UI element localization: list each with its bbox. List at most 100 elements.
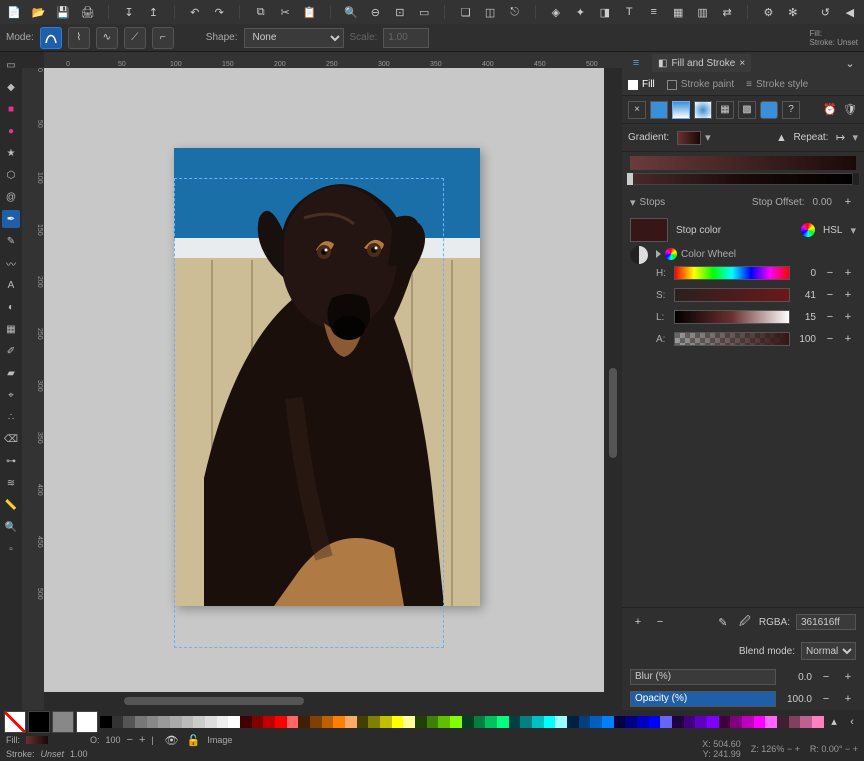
stop-color-swatch[interactable] xyxy=(630,218,668,242)
panel-toggle-icon[interactable]: ◀ xyxy=(842,3,858,21)
vertical-ruler[interactable]: 050100150200250300350400450500 xyxy=(22,68,44,710)
sat-slider[interactable] xyxy=(674,288,790,302)
measure-tool[interactable]: 📏 xyxy=(2,496,20,514)
palette-swatch[interactable] xyxy=(287,716,299,728)
palette-swatch[interactable] xyxy=(205,716,217,728)
text-icon[interactable]: T xyxy=(621,3,637,21)
palette-swatch[interactable] xyxy=(135,716,147,728)
opacity-slider[interactable]: Opacity (%) xyxy=(630,691,776,707)
minus-icon[interactable]: − xyxy=(818,669,834,685)
no-color-swatch[interactable] xyxy=(4,711,26,733)
plus-icon[interactable]: + xyxy=(840,691,856,707)
unlink-icon[interactable]: ⎋ xyxy=(506,3,522,21)
canvas[interactable] xyxy=(44,68,604,692)
horizontal-scrollbar[interactable] xyxy=(44,692,604,710)
rgba-input[interactable] xyxy=(796,614,856,630)
palette-swatch[interactable] xyxy=(252,716,264,728)
prefs-icon[interactable]: ⚙ xyxy=(760,3,776,21)
palette-swatch[interactable] xyxy=(485,716,497,728)
minus-icon[interactable]: − xyxy=(822,287,838,303)
gradient-preview[interactable] xyxy=(677,131,701,145)
pen-tool[interactable]: ✒ xyxy=(2,210,20,228)
save-icon[interactable]: 💾 xyxy=(55,3,71,21)
gradient-edit-bar[interactable] xyxy=(630,174,856,184)
layer-name[interactable]: Image xyxy=(207,735,232,745)
stroke-style-subtab[interactable]: ≡Stroke style xyxy=(746,79,808,90)
node-tool[interactable]: ◆ xyxy=(2,78,20,96)
mode-spiro-button[interactable]: ⌇ xyxy=(68,27,90,49)
palette-swatch[interactable] xyxy=(800,716,812,728)
chevron-down-icon[interactable]: ▾ xyxy=(852,131,858,144)
palette-swatch[interactable] xyxy=(555,716,567,728)
plus-icon[interactable]: + xyxy=(840,287,856,303)
zoomfit-icon[interactable]: ⊡ xyxy=(392,3,408,21)
palette-swatch[interactable] xyxy=(427,716,439,728)
palette-swatch[interactable] xyxy=(497,716,509,728)
zoomout-icon[interactable]: ⊖ xyxy=(367,3,383,21)
palette-swatch[interactable] xyxy=(637,716,649,728)
palette-swatch[interactable] xyxy=(298,716,310,728)
blur-slider[interactable]: Blur (%) xyxy=(630,669,776,685)
status-fill-swatch[interactable] xyxy=(26,736,48,744)
group-icon[interactable]: ◈ xyxy=(548,3,564,21)
add-stop-icon[interactable]: + xyxy=(630,614,646,630)
palette-swatch[interactable] xyxy=(789,716,801,728)
layers-icon[interactable]: ≡ xyxy=(646,3,662,21)
cut-icon[interactable]: ✂ xyxy=(277,3,293,21)
palette-swatch[interactable] xyxy=(695,716,707,728)
chevron-down-icon[interactable]: ▾ xyxy=(850,224,856,237)
palette-swatch[interactable] xyxy=(380,716,392,728)
lit-slider[interactable] xyxy=(674,310,790,324)
palette-swatch[interactable] xyxy=(812,716,824,728)
unknown-paint-button[interactable]: ? xyxy=(782,101,800,119)
palette-swatch[interactable] xyxy=(392,716,404,728)
gradient-tool[interactable]: ◐ xyxy=(2,298,20,316)
shield-icon[interactable]: 🛡 xyxy=(842,102,858,118)
flat-paint-button[interactable] xyxy=(650,101,668,119)
zoomin-icon[interactable]: 🔍 xyxy=(343,3,359,21)
blend-select[interactable]: Normal xyxy=(801,642,856,660)
palette-menu-icon[interactable]: ‹ xyxy=(844,714,860,730)
transform-icon[interactable]: ⇄ xyxy=(719,3,735,21)
minus-icon[interactable]: − xyxy=(822,309,838,325)
palette-swatch[interactable] xyxy=(462,716,474,728)
black-swatch[interactable] xyxy=(28,711,50,733)
pages-tool[interactable]: ▫ xyxy=(2,540,20,558)
undo-icon[interactable]: ↶ xyxy=(187,3,203,21)
palette-swatch[interactable] xyxy=(263,716,275,728)
palette-swatch[interactable] xyxy=(590,716,602,728)
palette-swatch[interactable] xyxy=(228,716,240,728)
remove-stop-icon[interactable]: − xyxy=(652,614,668,630)
gradient-stop-handle[interactable] xyxy=(626,172,634,186)
layer-visibility-icon[interactable]: 👁 xyxy=(163,732,179,748)
plus-icon[interactable]: + xyxy=(840,265,856,281)
align-icon[interactable]: ▥ xyxy=(694,3,710,21)
color-mode-value[interactable]: HSL xyxy=(823,225,842,236)
palette-swatch[interactable] xyxy=(322,716,334,728)
palette-swatch[interactable] xyxy=(158,716,170,728)
scale-input[interactable] xyxy=(383,28,429,48)
mode-paraxial-button[interactable]: ⌐ xyxy=(152,27,174,49)
palette-swatch[interactable] xyxy=(509,716,521,728)
gradient-stop-handle[interactable] xyxy=(852,172,860,186)
fill-stroke-tab[interactable]: ◧ Fill and Stroke × xyxy=(652,54,751,72)
lpe-tool[interactable]: ≋ xyxy=(2,474,20,492)
plus-icon[interactable]: + xyxy=(840,669,856,685)
print-icon[interactable]: 🖨 xyxy=(79,3,95,21)
pattern-button[interactable]: ▩ xyxy=(738,101,756,119)
palette-swatch[interactable] xyxy=(333,716,345,728)
alarm-icon[interactable]: ⏰ xyxy=(822,102,838,118)
plus-icon[interactable]: + xyxy=(840,194,856,210)
radial-gradient-button[interactable] xyxy=(694,101,712,119)
palette-swatch[interactable] xyxy=(357,716,369,728)
copy-icon[interactable]: ⧉ xyxy=(252,3,268,21)
semi-circle-swatch[interactable] xyxy=(630,246,648,264)
palette-swatch[interactable] xyxy=(217,716,229,728)
picker-icon[interactable]: 🖉 xyxy=(737,614,753,630)
palette-swatch[interactable] xyxy=(368,716,380,728)
star-tool[interactable]: ★ xyxy=(2,144,20,162)
palette-swatch[interactable] xyxy=(520,716,532,728)
pencil-tool[interactable]: ✎ xyxy=(2,232,20,250)
palette-swatch[interactable] xyxy=(684,716,696,728)
fill-subtab[interactable]: Fill xyxy=(628,79,655,90)
